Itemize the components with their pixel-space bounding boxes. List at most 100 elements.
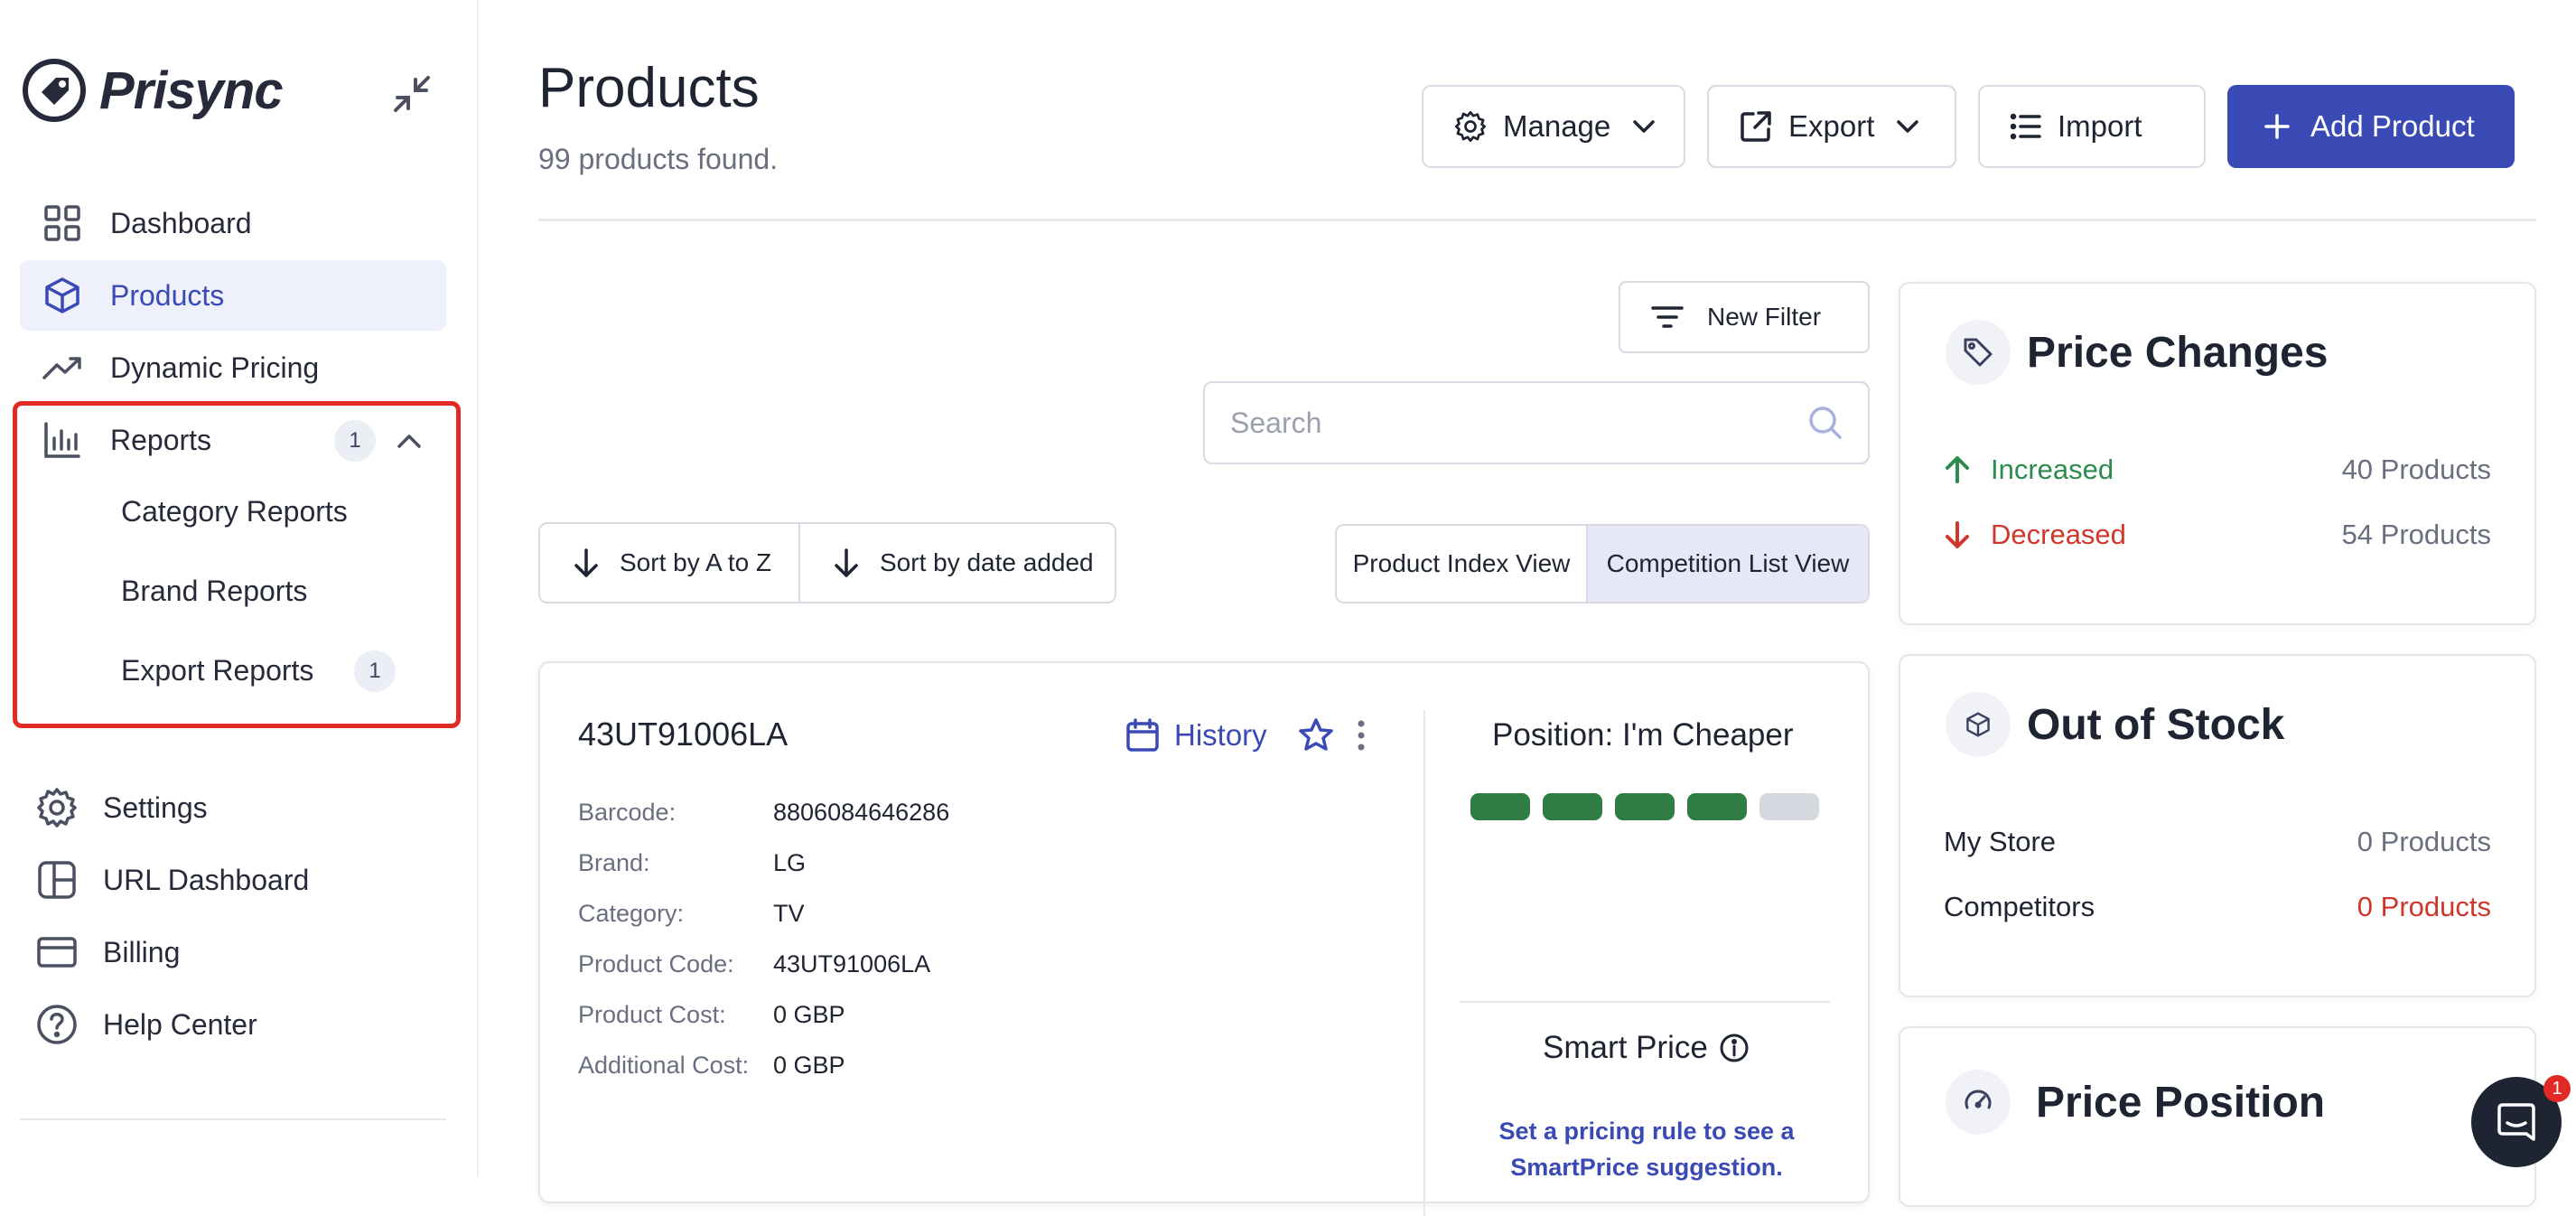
sort-date-label: Sort by date added [880,548,1094,576]
help-circle-icon [34,1002,79,1047]
export-label: Export [1788,109,1875,143]
arrow-up-icon [1946,456,1969,483]
product-card: 43UT91006LA History Barcode: 880608464628… [538,661,1870,1216]
products-count: 99 products found. [538,143,779,175]
increased-value: 40 Products [2341,454,2491,485]
trending-up-icon [42,347,83,388]
sidebar-item-products[interactable]: Products [20,260,446,331]
new-filter-button[interactable]: New Filter [1619,281,1870,353]
sidebar-item-label: Dashboard [110,206,252,239]
smart-price-description[interactable]: Set a pricing rule to see a SmartPrice s… [1461,1113,1832,1185]
chevron-down-icon [1897,120,1919,133]
info-icon[interactable] [1719,1033,1750,1063]
gauge-icon [1946,1070,2011,1135]
field-value: TV [773,900,805,927]
competitors-row[interactable]: Competitors 0 Products [1944,891,2491,923]
decreased-label: Decreased [1991,519,2126,550]
chevron-down-icon [1633,120,1656,133]
highlight-box [13,401,461,728]
plus-icon [2264,114,2290,139]
field-key: Brand: [578,849,650,876]
sort-date-button[interactable]: Sort by date added [800,524,1115,602]
brand-name: Prisync [99,61,284,120]
competitors-label: Competitors [1944,891,2095,922]
product-index-view-button[interactable]: Product Index View [1337,526,1588,602]
gear-icon [34,785,79,830]
field-value: 0 GBP [773,1052,845,1079]
search-input[interactable]: Search [1203,381,1870,464]
filter-icon [1651,306,1684,328]
sidebar-item-url-dashboard[interactable]: URL Dashboard [20,846,446,914]
field-brand: Brand: LG [578,849,806,877]
new-filter-label: New Filter [1707,303,1822,331]
gear-icon [1454,110,1487,143]
increased-row[interactable]: Increased 40 Products [1944,454,2491,486]
field-value: LG [773,849,807,876]
add-product-button[interactable]: Add Product [2227,85,2515,168]
sort-az-label: Sort by A to Z [620,548,772,576]
sort-group: Sort by A to Z Sort by date added [538,522,1116,603]
position-title: Position: I'm Cheaper [1492,717,1794,753]
price-changes-title: Price Changes [2027,328,2329,377]
my-store-row[interactable]: My Store 0 Products [1944,826,2491,858]
sort-az-button[interactable]: Sort by A to Z [540,524,800,602]
sidebar-item-dashboard[interactable]: Dashboard [20,188,446,258]
sidebar-item-billing[interactable]: Billing [20,918,446,987]
sidebar-item-dynamic-pricing[interactable]: Dynamic Pricing [20,332,446,403]
add-product-label: Add Product [2310,109,2475,143]
sidebar-item-label: Settings [103,790,208,824]
search-icon [1809,407,1842,439]
chat-icon [2497,1103,2535,1141]
card-divider [1423,710,1425,1216]
position-pip-empty [1759,793,1819,820]
more-vertical-icon[interactable] [1356,719,1367,752]
external-link-icon [1740,110,1772,143]
history-link[interactable]: History [1125,717,1367,753]
field-key: Product Cost: [578,1001,726,1028]
my-store-label: My Store [1944,826,2057,857]
sidebar-item-settings[interactable]: Settings [20,773,446,842]
sidebar-divider [20,1118,446,1120]
collapse-sidebar-icon[interactable] [387,69,437,119]
search-placeholder: Search [1230,406,1322,439]
field-key: Product Code: [578,950,734,977]
list-icon [2011,113,2041,140]
manage-button[interactable]: Manage [1422,85,1685,168]
smart-price-divider [1460,1001,1830,1003]
field-value: 43UT91006LA [773,950,931,977]
arrow-down-icon [835,548,858,577]
page-title: Products [538,57,760,119]
field-key: Additional Cost: [578,1052,750,1079]
export-button[interactable]: Export [1707,85,1956,168]
price-position-panel: Price Position [1899,1026,2536,1207]
cube-icon [1946,692,2011,757]
field-key: Category: [578,900,685,927]
field-barcode: Barcode: 8806084646286 [578,799,949,827]
position-indicator [1470,793,1819,820]
field-additional-cost: Additional Cost: 0 GBP [578,1052,845,1080]
sidebar-item-label: Help Center [103,1007,257,1041]
smart-price-heading: Smart Price [1543,1030,1750,1066]
manage-label: Manage [1503,109,1611,143]
sidebar-item-label: URL Dashboard [103,863,310,896]
field-product-code: Product Code: 43UT91006LA [578,950,930,978]
history-label: History [1174,718,1267,752]
field-product-cost: Product Cost: 0 GBP [578,1001,845,1029]
position-pip-filled [1615,793,1675,820]
product-sku: 43UT91006LA [578,716,789,753]
arrow-down-icon [574,548,598,577]
sidebar-item-help-center[interactable]: Help Center [20,990,446,1059]
import-button[interactable]: Import [1978,85,2206,168]
star-icon[interactable] [1298,717,1334,753]
field-key: Barcode: [578,799,677,826]
view-toggle-group: Product Index View Competition List View [1335,524,1870,603]
credit-card-icon [34,930,79,975]
header-divider [538,219,2536,221]
competition-list-view-button[interactable]: Competition List View [1588,526,1868,602]
decreased-row[interactable]: Decreased 54 Products [1944,519,2491,551]
logo[interactable]: Prisync [20,56,284,125]
prisync-logo-icon [23,59,86,122]
arrow-down-icon [1946,521,1969,548]
import-label: Import [2058,109,2142,143]
decreased-value: 54 Products [2341,519,2491,550]
